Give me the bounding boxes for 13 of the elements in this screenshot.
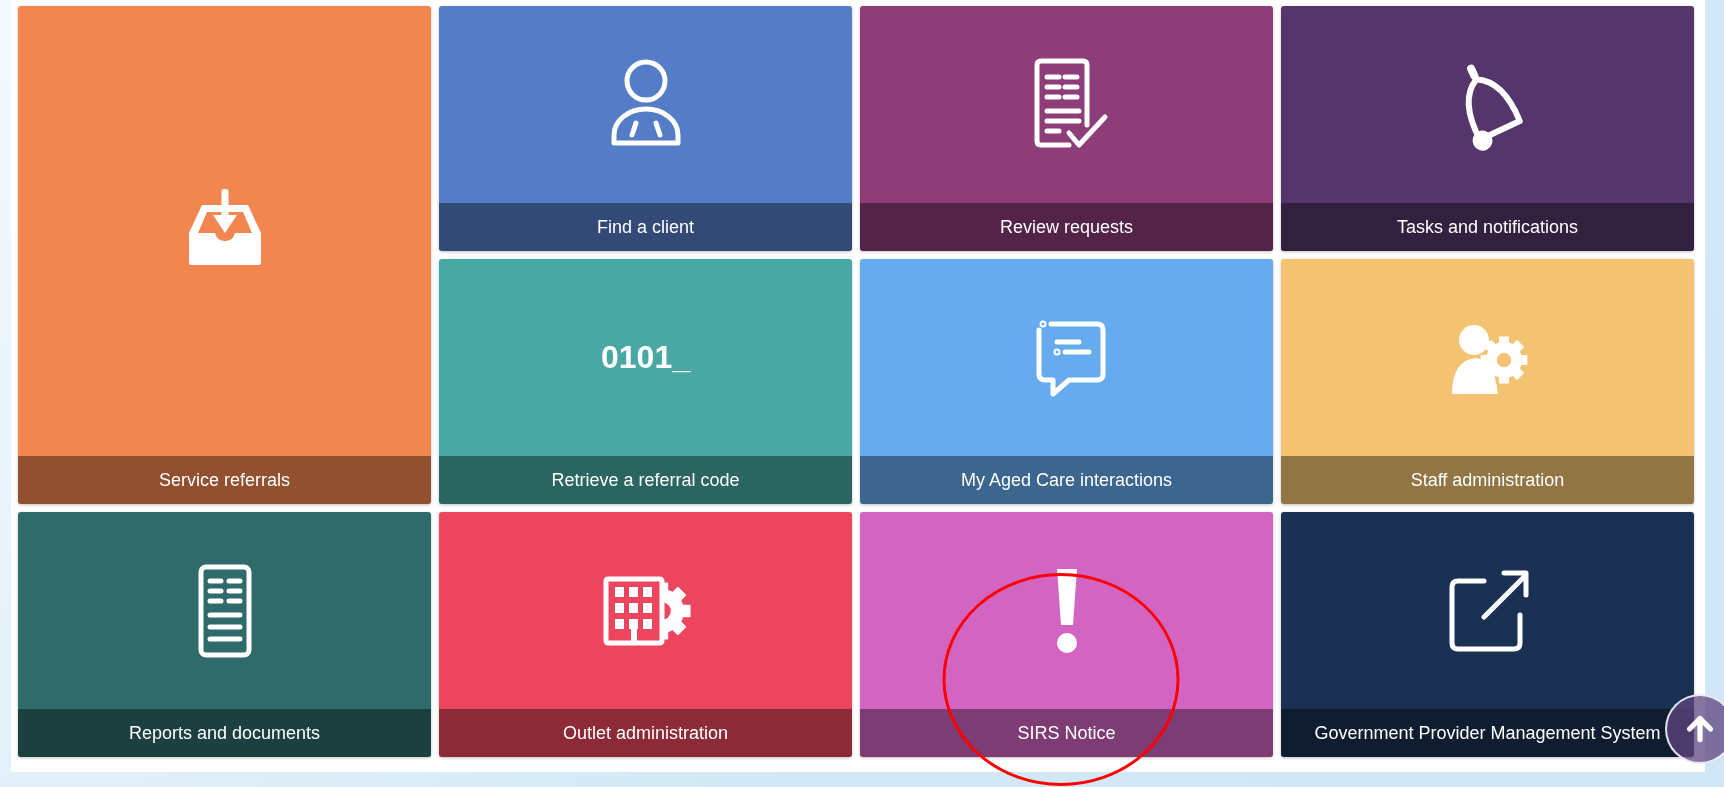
menu-tile[interactable]: SIRS Notice	[860, 512, 1273, 757]
menu-tile[interactable]: Service referrals	[18, 6, 431, 504]
menu-tile[interactable]: Government Provider Management System	[1281, 512, 1694, 757]
menu-tile[interactable]: Find a client	[439, 6, 852, 251]
menu-tile[interactable]: Tasks and notifications	[1281, 6, 1694, 251]
menu-tile[interactable]: Outlet administration	[439, 512, 852, 757]
menu-tile[interactable]: Review requests	[860, 6, 1273, 251]
code-text: 0101_	[601, 339, 690, 376]
menu-tile[interactable]: 0101_ Retrieve a referral code	[439, 259, 852, 504]
menu-tile[interactable]: Staff administration	[1281, 259, 1694, 504]
exclamation-icon	[1054, 566, 1079, 655]
menu-tile[interactable]: Reports and documents	[18, 512, 431, 757]
menu-tile[interactable]: My Aged Care interactions	[860, 259, 1273, 504]
